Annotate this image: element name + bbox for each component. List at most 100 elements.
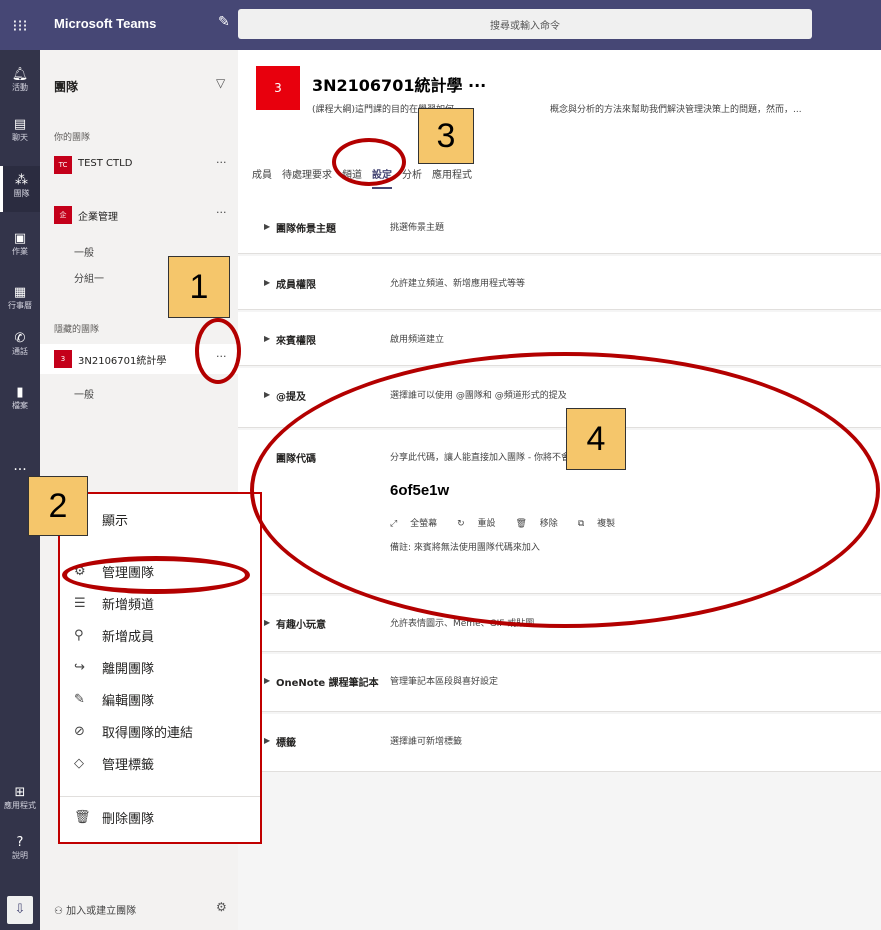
setting-row-theme[interactable]: ▶ 團隊佈景主題 挑選佈景主題	[238, 200, 881, 254]
join-team-icon: ⚇	[54, 906, 67, 917]
rail-label: 作業	[12, 247, 28, 256]
help-icon: ?	[16, 835, 24, 850]
setting-row-member-permissions[interactable]: ▶ 成員權限 允許建立頻道、新增應用程式等等	[238, 256, 881, 310]
setting-desc: 選擇誰可新增標籤	[390, 737, 463, 747]
team-list-title: 團隊	[54, 80, 79, 94]
apps-icon: ⊞	[14, 785, 26, 800]
rail-item-teams[interactable]: ⁂ 團隊	[0, 166, 40, 212]
chevron-right-icon: ▶	[264, 618, 271, 627]
calendar-icon: ▦	[13, 285, 27, 300]
rail-item-apps[interactable]: ⊞ 應用程式	[0, 786, 40, 811]
menu-label: 顯示	[102, 514, 129, 529]
team-name: TEST CTLD	[78, 158, 133, 169]
rail-item-activity[interactable]: 🔔︎ 活動	[0, 68, 40, 93]
tab-analytics[interactable]: 分析	[402, 166, 422, 189]
rail-item-calendar[interactable]: ▦ 行事曆	[0, 286, 40, 311]
download-button[interactable]: ⇩	[7, 896, 33, 924]
setting-name: 成員權限	[276, 280, 316, 291]
channel-general[interactable]: 一般	[74, 244, 94, 259]
rail-label: 檔案	[12, 401, 28, 410]
app-title: Microsoft Teams	[54, 16, 157, 31]
menu-item-get-link[interactable]: ⊘ 取得團隊的連結	[74, 722, 193, 741]
setting-desc: 管理筆記本區段與喜好設定	[390, 677, 499, 687]
team-description: (課程大綱)這門課的目的在學習如何 概念與分析的方法來幫助我們解決管理決策上的問題…	[312, 102, 872, 115]
team-row-test-ctld[interactable]: TC TEST CTLD ···	[40, 150, 238, 180]
more-apps-icon[interactable]: ...	[0, 458, 40, 474]
filter-icon[interactable]: ▽	[216, 76, 225, 90]
pencil-icon: ✎	[74, 692, 85, 707]
setting-row-onenote[interactable]: ▶ OneNote 課程筆記本 管理筆記本區段與喜好設定	[238, 654, 881, 712]
teams-icon: ⁂	[15, 173, 28, 188]
team-row-business[interactable]: 企 企業管理 ···	[40, 200, 238, 230]
team-name: 企業管理	[78, 212, 118, 223]
annotation-label-3: 3	[418, 108, 474, 164]
add-person-icon: ⚲	[74, 628, 84, 643]
tab-members[interactable]: 成員	[252, 166, 272, 189]
team-name: 3N2106701統計學	[78, 356, 167, 367]
menu-item-leave-team[interactable]: ↪ 離開團隊	[74, 658, 154, 677]
chevron-right-icon: ▶	[264, 278, 271, 287]
team-avatar-large: 3	[256, 66, 300, 110]
setting-desc: 挑選佈景主題	[390, 223, 445, 233]
setting-name: 來賓權限	[276, 336, 316, 347]
rail-label: 通話	[12, 347, 28, 356]
phone-icon: ✆	[14, 331, 26, 346]
rail-item-help[interactable]: ? 說明	[0, 836, 40, 861]
menu-label: 新增成員	[102, 630, 155, 645]
tab-pending[interactable]: 待處理要求	[282, 166, 332, 189]
section-hidden-teams: 隱藏的團隊	[54, 325, 100, 335]
waffle-icon[interactable]: ⁝⁝⁝	[0, 0, 40, 50]
trash-icon: 🗑︎	[74, 810, 91, 825]
join-team-label: 加入或建立團隊	[66, 906, 137, 917]
menu-item-edit-team[interactable]: ✎ 編輯團隊	[74, 690, 154, 709]
menu-item-delete-team[interactable]: 🗑︎ 刪除團隊	[74, 808, 154, 827]
menu-item-add-member[interactable]: ⚲ 新增成員	[74, 626, 154, 645]
bell-icon: 🔔︎	[11, 67, 29, 82]
download-icon: ⇩	[14, 902, 26, 917]
tab-apps[interactable]: 應用程式	[432, 166, 472, 189]
menu-label: 取得團隊的連結	[102, 726, 194, 741]
compose-icon[interactable]: ✎	[218, 14, 230, 30]
menu-label: 編輯團隊	[102, 694, 155, 709]
rail-label: 聊天	[12, 133, 28, 142]
setting-row-tags[interactable]: ▶ 標籤 選擇誰可新增標籤	[238, 714, 881, 772]
section-your-teams: 你的團隊	[54, 133, 91, 143]
file-icon: ▮	[16, 385, 24, 400]
annotation-label-4: 4	[566, 408, 626, 470]
setting-name: 團隊佈景主題	[276, 224, 336, 235]
setting-name: 標籤	[276, 738, 296, 749]
link-icon: ⊘	[74, 724, 85, 739]
menu-label: 刪除團隊	[102, 812, 155, 827]
join-create-team[interactable]: ⚇ 加入或建立團隊	[54, 902, 136, 917]
team-avatar: TC	[54, 156, 72, 174]
team-header: 3 3N2106701統計學 ··· (課程大綱)這門課的目的在學習如何 概念與分…	[238, 50, 881, 200]
team-avatar: 3	[54, 350, 72, 368]
channel-general[interactable]: 一般	[74, 386, 94, 401]
rail-item-chat[interactable]: ▤ 聊天	[0, 118, 40, 143]
chevron-right-icon: ▶	[264, 736, 271, 745]
menu-label: 新增頻道	[102, 598, 155, 613]
menu-item-manage-tags[interactable]: ◇ 管理標籤	[74, 754, 154, 773]
channel-group-one[interactable]: 分組一	[74, 270, 104, 285]
chevron-right-icon: ▶	[264, 676, 271, 685]
setting-desc: 啟用頻道建立	[390, 335, 445, 345]
rail-item-calls[interactable]: ✆ 通話	[0, 332, 40, 357]
team-description-end: 概念與分析的方法來幫助我們解決管理決策上的問題，然而，...	[550, 105, 802, 115]
gear-icon[interactable]: ⚙	[216, 900, 227, 914]
menu-label: 管理標籤	[102, 758, 155, 773]
search-input[interactable]: 搜尋或輸入命令	[238, 9, 812, 39]
chevron-right-icon: ▶	[264, 390, 271, 399]
rail-label: 行事曆	[8, 301, 32, 310]
menu-item-add-channel[interactable]: ☰ 新增頻道	[74, 594, 154, 613]
team-context-menu: ∧顯示 ⚙管理團隊 ☰新增頻道 ⚲新增成員 ↪離開團隊 ✎編輯團隊 ⊘取得團隊的…	[58, 492, 262, 844]
more-options-icon[interactable]: ···	[216, 156, 227, 169]
annotation-ring-4	[250, 352, 880, 628]
annotation-ring-2	[62, 556, 250, 594]
rail-label: 應用程式	[4, 801, 36, 810]
rail-item-assignments[interactable]: ▣ 作業	[0, 232, 40, 257]
rail-label: 活動	[12, 83, 28, 92]
more-options-icon[interactable]: ···	[216, 206, 227, 219]
tag-icon: ◇	[74, 756, 84, 771]
setting-name: OneNote 課程筆記本	[276, 678, 379, 689]
rail-item-files[interactable]: ▮ 檔案	[0, 386, 40, 411]
